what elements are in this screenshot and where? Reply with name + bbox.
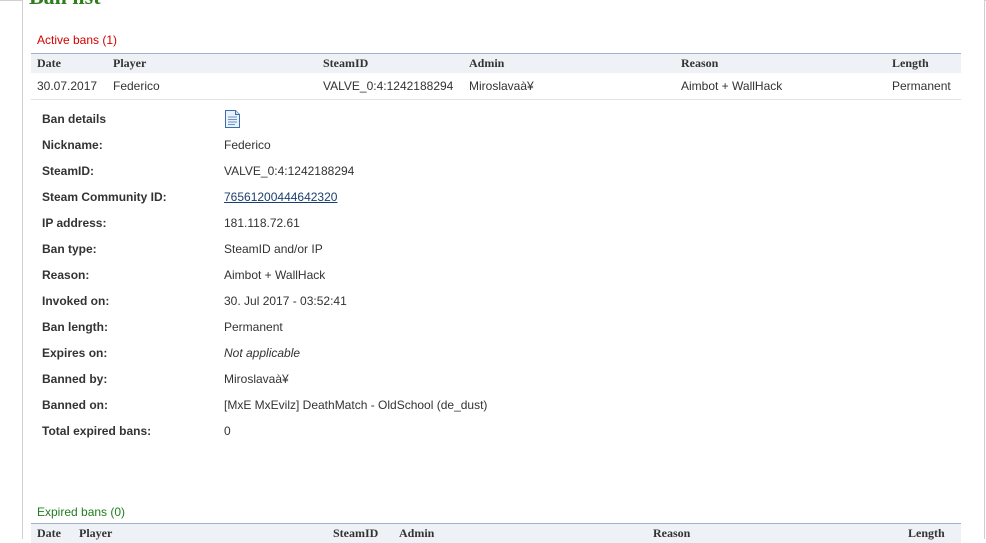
column-header-length[interactable]: Length: [886, 54, 961, 74]
cell-steamid: VALVE_0:4:1242188294: [317, 73, 463, 100]
steam-community-link[interactable]: 76561200444642320: [224, 190, 337, 204]
detail-label: Banned by:: [42, 372, 224, 386]
detail-label: Nickname:: [42, 138, 224, 152]
column-header-steamid[interactable]: SteamID: [317, 54, 463, 74]
active-bans-table: Date Player SteamID Admin Reason Length …: [31, 53, 961, 100]
total-expired-value: 0: [224, 424, 231, 438]
detail-label: Ban length:: [42, 320, 224, 334]
ban-details: Ban details Nickname: Federico SteamID: …: [42, 106, 487, 444]
detail-label: Steam Community ID:: [42, 190, 224, 204]
cell-reason: Aimbot + WallHack: [675, 73, 886, 100]
ban-info-panel: Ban list Active bans (1) Date Player Ste…: [22, 0, 985, 539]
ip-value: 181.118.72.61: [224, 216, 300, 230]
detail-row-reason: Reason: Aimbot + WallHack: [42, 262, 487, 288]
detail-label: Ban type:: [42, 242, 224, 256]
detail-row-nickname: Nickname: Federico: [42, 132, 487, 158]
cell-admin: Miroslavaà¥: [463, 73, 675, 100]
detail-label: SteamID:: [42, 164, 224, 178]
ban-length-value: Permanent: [224, 320, 283, 334]
column-header-date[interactable]: Date: [31, 524, 73, 543]
steamid-value: VALVE_0:4:1242188294: [224, 164, 354, 178]
expires-value: Not applicable: [224, 346, 300, 360]
nickname-value: Federico: [224, 138, 271, 152]
table-row[interactable]: 30.07.2017 Federico VALVE_0:4:1242188294…: [31, 73, 961, 100]
page-title: Ban list: [29, 0, 101, 10]
detail-row-banned-on: Banned on: [MxE MxEvilz] DeathMatch - Ol…: [42, 392, 487, 418]
detail-row-ban-type: Ban type: SteamID and/or IP: [42, 236, 487, 262]
detail-row-expires: Expires on: Not applicable: [42, 340, 487, 366]
detail-label: Reason:: [42, 268, 224, 282]
column-header-steamid[interactable]: SteamID: [327, 524, 393, 543]
detail-label: Total expired bans:: [42, 424, 224, 438]
column-header-reason[interactable]: Reason: [647, 524, 902, 543]
detail-row-ip: IP address: 181.118.72.61: [42, 210, 487, 236]
banned-on-value: [MxE MxEvilz] DeathMatch - OldSchool (de…: [224, 398, 487, 412]
column-header-reason[interactable]: Reason: [675, 54, 886, 74]
cell-length: Permanent: [886, 73, 961, 100]
invoked-value: 30. Jul 2017 - 03:52:41: [224, 294, 347, 308]
detail-row-length: Ban length: Permanent: [42, 314, 487, 340]
active-bans-heading: Active bans (1): [37, 33, 117, 47]
detail-label: Expires on:: [42, 346, 224, 360]
detail-row-banned-by: Banned by: Miroslavaà¥: [42, 366, 487, 392]
expired-bans-heading: Expired bans (0): [37, 505, 125, 519]
detail-row-invoked: Invoked on: 30. Jul 2017 - 03:52:41: [42, 288, 487, 314]
detail-label: IP address:: [42, 216, 224, 230]
column-header-player[interactable]: Player: [73, 524, 327, 543]
table-header-row: Date Player SteamID Admin Reason Length: [31, 524, 961, 543]
detail-row-steamid: SteamID: VALVE_0:4:1242188294: [42, 158, 487, 184]
cell-date: 30.07.2017: [31, 73, 107, 100]
table-header-row: Date Player SteamID Admin Reason Length: [31, 54, 961, 74]
detail-label: Invoked on:: [42, 294, 224, 308]
column-header-admin[interactable]: Admin: [393, 524, 647, 543]
ban-type-value: SteamID and/or IP: [224, 242, 323, 256]
detail-row-community-id: Steam Community ID: 76561200444642320: [42, 184, 487, 210]
column-header-player[interactable]: Player: [107, 54, 317, 74]
expired-bans-table: Date Player SteamID Admin Reason Length: [31, 523, 961, 543]
document-icon[interactable]: [224, 109, 241, 129]
column-header-admin[interactable]: Admin: [463, 54, 675, 74]
cell-player: Federico: [107, 73, 317, 100]
banned-by-value: Miroslavaà¥: [224, 372, 289, 386]
column-header-date[interactable]: Date: [31, 54, 107, 74]
detail-label: Ban details: [42, 112, 224, 126]
detail-row-total-expired: Total expired bans: 0: [42, 418, 487, 444]
detail-label: Banned on:: [42, 398, 224, 412]
detail-row-ban-details: Ban details: [42, 106, 487, 132]
column-header-length[interactable]: Length: [902, 524, 961, 543]
reason-value: Aimbot + WallHack: [224, 268, 325, 282]
